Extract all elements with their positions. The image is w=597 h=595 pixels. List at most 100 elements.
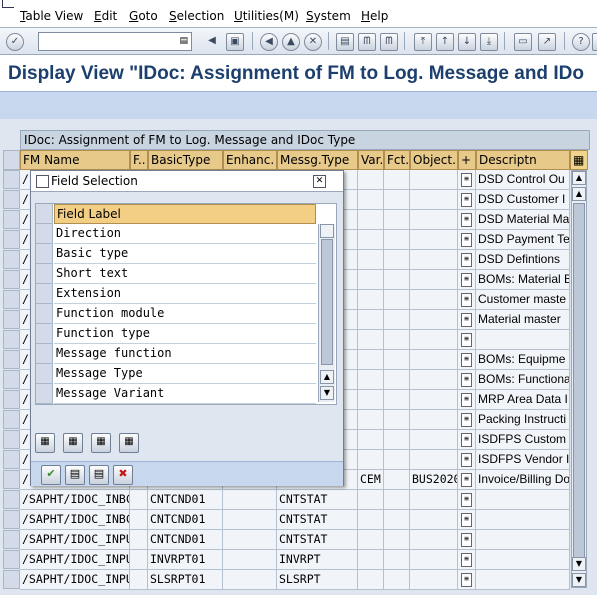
cell-fct[interactable] (384, 230, 410, 250)
field-list-item[interactable]: Message Type (54, 364, 316, 384)
cell-plus[interactable]: ≡ (458, 310, 476, 330)
value-help-icon[interactable]: ≡ (461, 453, 472, 467)
cell-obj[interactable] (410, 210, 458, 230)
field-row-selector[interactable] (36, 224, 53, 244)
cell-fct[interactable] (384, 530, 410, 550)
cell-enh[interactable] (223, 490, 277, 510)
row-selector[interactable] (3, 350, 20, 369)
menu-system[interactable]: System (306, 9, 351, 23)
cell-plus[interactable]: ≡ (458, 530, 476, 550)
cell-obj[interactable] (410, 310, 458, 330)
value-help-icon[interactable]: ≡ (461, 573, 472, 587)
field-row-selector[interactable] (36, 304, 53, 324)
cell-obj[interactable] (410, 410, 458, 430)
cell-plus[interactable]: ≡ (458, 370, 476, 390)
cell-obj[interactable] (410, 250, 458, 270)
value-help-icon[interactable]: ≡ (461, 273, 472, 287)
cell-obj[interactable] (410, 510, 458, 530)
value-help-icon[interactable]: ≡ (461, 533, 472, 547)
scroll-down-icon[interactable]: ▼ (572, 573, 586, 587)
cell-messg[interactable]: SLSRPT (277, 570, 358, 590)
cell-enh[interactable] (223, 550, 277, 570)
value-help-icon[interactable]: ≡ (461, 473, 472, 487)
cell-basic[interactable]: INVRPT01 (148, 550, 223, 570)
prev-icon[interactable]: ◀ (204, 33, 220, 49)
col-function[interactable]: Fct. (384, 150, 410, 170)
cell-desc[interactable]: DSD Material Ma (476, 210, 570, 230)
row-selector[interactable] (3, 250, 20, 269)
cell-desc[interactable]: BOMs: Material B (476, 270, 570, 290)
cell-plus[interactable]: ≡ (458, 190, 476, 210)
cell-desc[interactable] (476, 490, 570, 510)
row-selector[interactable] (3, 310, 20, 329)
cell-fct[interactable] (384, 350, 410, 370)
cell-desc[interactable]: DSD Payment Te (476, 230, 570, 250)
column-settings-icon[interactable]: ▦ (570, 150, 588, 170)
cell-fct[interactable] (384, 410, 410, 430)
value-help-icon[interactable]: ≡ (461, 213, 472, 227)
row-selector[interactable] (3, 370, 20, 389)
cell-obj[interactable] (410, 350, 458, 370)
cell-plus[interactable]: ≡ (458, 290, 476, 310)
cell-desc[interactable]: DSD Defintions (476, 250, 570, 270)
window-menu-icon[interactable] (2, 0, 14, 8)
find-next-icon[interactable]: ᗰ (380, 33, 398, 51)
close-icon[interactable]: ✕ (313, 175, 326, 188)
cell-obj[interactable] (410, 230, 458, 250)
col-object[interactable]: Object... (410, 150, 458, 170)
field-label-header[interactable]: Field Label (54, 204, 316, 224)
cell-fct[interactable] (384, 570, 410, 590)
value-help-icon[interactable]: ≡ (461, 373, 472, 387)
cell-plus[interactable]: ≡ (458, 390, 476, 410)
cell-var[interactable] (358, 290, 384, 310)
menu-goto[interactable]: Goto (129, 9, 158, 23)
print-icon[interactable]: ▤ (336, 33, 354, 51)
cell-obj[interactable] (410, 190, 458, 210)
row-selector[interactable] (3, 190, 20, 209)
scroll-down-page-icon[interactable]: ▼ (572, 557, 586, 571)
cell-obj[interactable] (410, 370, 458, 390)
cell-var[interactable] (358, 570, 384, 590)
next-page-icon[interactable]: ↓ (458, 33, 476, 51)
cell-desc[interactable]: Customer maste (476, 290, 570, 310)
row-selector[interactable] (3, 330, 20, 349)
cell-fct[interactable] (384, 450, 410, 470)
shortcut-icon[interactable]: ↗ (538, 33, 556, 51)
deselect-block-icon[interactable]: ▦ (119, 433, 139, 453)
row-selector[interactable] (3, 470, 20, 489)
scroll-thumb[interactable] (573, 203, 585, 563)
select-all-icon[interactable]: ▦ (35, 433, 55, 453)
cell-plus[interactable]: ≡ (458, 210, 476, 230)
cell-f[interactable] (130, 490, 148, 510)
cell-plus[interactable]: ≡ (458, 490, 476, 510)
row-selector[interactable] (3, 450, 20, 469)
exit-icon[interactable]: ▲ (282, 33, 300, 51)
cell-plus[interactable]: ≡ (458, 570, 476, 590)
cell-plus[interactable]: ≡ (458, 410, 476, 430)
cell-plus[interactable]: ≡ (458, 170, 476, 190)
customize-icon[interactable] (592, 33, 597, 51)
scroll-down-icon[interactable]: ▼ (320, 386, 334, 400)
col-message-type[interactable]: Messg.Type (277, 150, 358, 170)
cell-var[interactable] (358, 450, 384, 470)
value-help-icon[interactable]: ≡ (461, 313, 472, 327)
cell-obj[interactable] (410, 390, 458, 410)
cell-f[interactable] (130, 550, 148, 570)
value-help-icon[interactable]: ≡ (461, 353, 472, 367)
cell-obj[interactable] (410, 490, 458, 510)
select-block-icon[interactable]: ▤ (89, 465, 109, 485)
row-selector[interactable] (3, 410, 20, 429)
cell-basic[interactable]: CNTCND01 (148, 490, 223, 510)
cell-var[interactable] (358, 490, 384, 510)
cell-obj[interactable] (410, 570, 458, 590)
value-help-icon[interactable]: ≡ (461, 433, 472, 447)
create-session-icon[interactable]: ▭ (514, 33, 532, 51)
cell-desc[interactable] (476, 510, 570, 530)
cell-var[interactable] (358, 210, 384, 230)
field-list-item[interactable]: Extension (54, 284, 316, 304)
value-help-icon[interactable]: ≡ (461, 493, 472, 507)
select-block-icon[interactable]: ▦ (91, 433, 111, 453)
value-help-icon[interactable]: ≡ (461, 393, 472, 407)
enter-icon[interactable]: ✔ (41, 465, 61, 485)
cell-var[interactable] (358, 270, 384, 290)
